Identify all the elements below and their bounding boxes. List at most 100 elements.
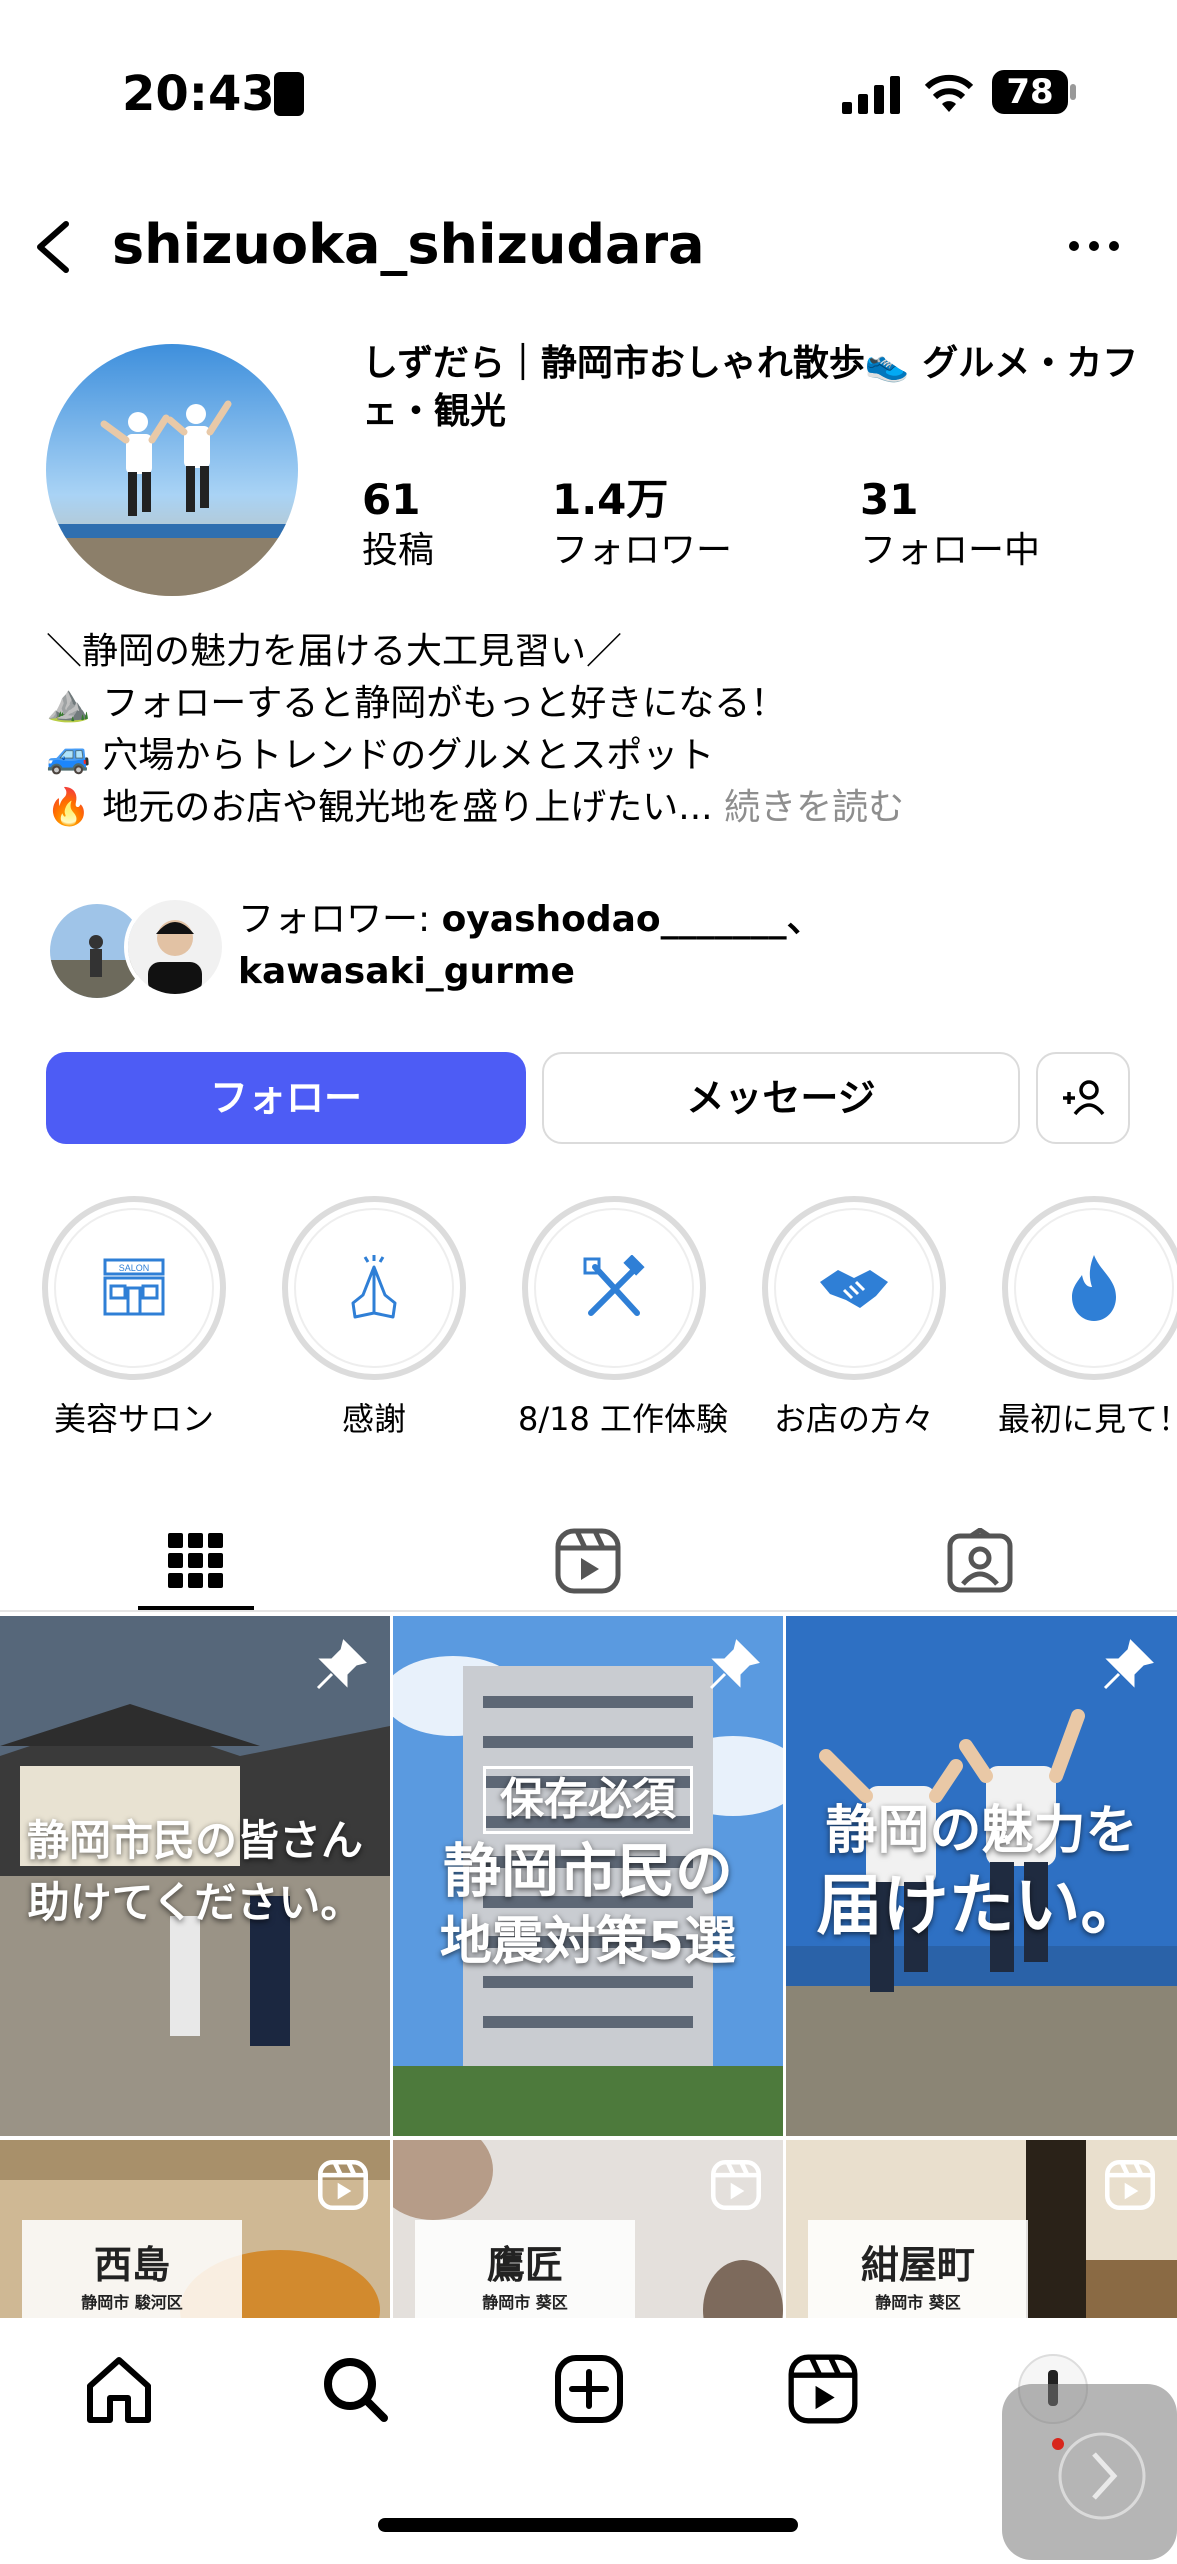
posts-count-label: 投稿 bbox=[362, 530, 435, 571]
highlight-item[interactable]: 最初に見て！ bbox=[998, 1196, 1177, 1440]
tab-reels[interactable] bbox=[530, 1508, 646, 1614]
mutual-prefix: フォロワー: bbox=[238, 899, 442, 940]
post-thumbnail[interactable]: 保存必須 静岡市民の 地震対策5選 bbox=[393, 1616, 783, 2136]
following-count-label: フォロー中 bbox=[860, 530, 1041, 571]
highlight-item[interactable]: お店の方々 bbox=[758, 1196, 950, 1440]
bio-line-text: 🔥 地元のお店や観光地を盛り上げたい... bbox=[46, 787, 713, 828]
highlight-item[interactable]: 8/18 工作体験 bbox=[518, 1196, 729, 1440]
handshake-icon bbox=[820, 1270, 888, 1308]
highlight-label: 美容サロン bbox=[53, 1400, 214, 1438]
flame-icon bbox=[1072, 1255, 1116, 1321]
bio-line: ⛰️ フォローすると静岡がもっと好きになる！ bbox=[46, 683, 787, 724]
followers-count[interactable]: 1.4万 フォロワー bbox=[552, 474, 732, 576]
mutual-line-1: フォロワー: oyashodao_______、 bbox=[238, 894, 823, 946]
tab-tagged[interactable] bbox=[922, 1508, 1038, 1614]
mutual-follower-avatar[interactable] bbox=[124, 896, 226, 998]
home-icon[interactable] bbox=[84, 2356, 154, 2424]
highlight-ring bbox=[762, 1196, 946, 1380]
suggested-accounts-button[interactable] bbox=[1036, 1052, 1130, 1144]
post-caption-line: 助けてください。 bbox=[27, 1878, 363, 1927]
location-name: 紺屋町 bbox=[860, 2243, 975, 2287]
tools-icon bbox=[583, 1255, 645, 1316]
mutual-followers-text[interactable]: フォロワー: oyashodao_______、 kawasaki_gurme bbox=[238, 894, 823, 998]
highlight-item[interactable]: SALON 美容サロン bbox=[38, 1196, 230, 1440]
message-button[interactable]: メッセージ bbox=[542, 1052, 1020, 1144]
highlight-cover bbox=[294, 1208, 454, 1368]
back-arrow-icon[interactable] bbox=[22, 212, 82, 282]
location-name: 西島 bbox=[93, 2243, 170, 2287]
posts-count[interactable]: 61 投稿 bbox=[362, 474, 434, 576]
read-more-link[interactable]: 続きを読む bbox=[724, 787, 904, 828]
location-name: 鷹匠 bbox=[486, 2243, 563, 2287]
add-person-icon bbox=[1063, 1080, 1105, 1116]
follow-button[interactable]: フォロー bbox=[46, 1052, 526, 1144]
pin-icon bbox=[709, 1639, 760, 1690]
reel-icon bbox=[318, 2160, 368, 2210]
avatar-photo bbox=[46, 344, 298, 596]
profile-bio: ＼静岡の魅力を届ける大工見習い／ ⛰️ フォローすると静岡がもっと好きになる！ … bbox=[46, 626, 1146, 834]
assistive-touch-button[interactable] bbox=[1002, 2384, 1177, 2560]
pin-icon bbox=[316, 1639, 367, 1690]
post-caption-line: 静岡の魅力を bbox=[825, 1801, 1138, 1861]
profile-username: shizuoka_shizudara bbox=[112, 213, 705, 276]
reel-thumbnail[interactable]: 紺屋町 静岡市 葵区 bbox=[786, 2140, 1177, 2318]
svg-text:SALON: SALON bbox=[119, 1263, 150, 1273]
reel-thumbnail[interactable]: 西島 静岡市 駿河区 bbox=[0, 2140, 390, 2318]
highlight-ring bbox=[1002, 1196, 1177, 1380]
bio-line-last: 🔥 地元のお店や観光地を盛り上げたい... 続きを読む bbox=[46, 782, 1146, 834]
post-thumbnail[interactable]: 静岡の魅力を 届けたい。 bbox=[786, 1616, 1177, 2136]
profile-avatar[interactable] bbox=[46, 344, 298, 596]
create-post-icon[interactable] bbox=[554, 2354, 624, 2424]
focus-icon bbox=[274, 72, 304, 116]
highlight-ring bbox=[522, 1196, 706, 1380]
praying-hands-icon bbox=[351, 1255, 397, 1319]
search-icon[interactable] bbox=[320, 2354, 390, 2424]
location-sub: 静岡市 葵区 bbox=[875, 2293, 961, 2312]
mutual-line-2: kawasaki_gurme bbox=[238, 946, 823, 998]
mutual-avatar-photo bbox=[128, 900, 222, 994]
tagged-person-icon bbox=[947, 1528, 1013, 1593]
reels-nav-icon[interactable] bbox=[788, 2354, 858, 2424]
salon-icon: SALON bbox=[103, 1258, 165, 1316]
chevron-right-icon bbox=[1052, 2432, 1146, 2520]
followers-count-label: フォロワー bbox=[552, 530, 733, 571]
post-caption: 静岡の魅力を 届けたい。 bbox=[786, 1796, 1177, 1946]
highlight-ring bbox=[282, 1196, 466, 1380]
posts-count-value: 61 bbox=[362, 475, 421, 524]
following-count[interactable]: 31 フォロー中 bbox=[860, 474, 1040, 576]
mutual-follower-name: kawasaki_gurme bbox=[238, 951, 575, 992]
reels-icon bbox=[555, 1528, 621, 1594]
location-sub: 静岡市 葵区 bbox=[482, 2293, 568, 2312]
location-card: 鷹匠 静岡市 葵区 bbox=[415, 2220, 635, 2318]
highlight-label: お店の方々 bbox=[773, 1400, 934, 1438]
highlight-cover bbox=[534, 1208, 694, 1368]
highlight-label: 感謝 bbox=[341, 1400, 406, 1438]
following-count-value: 31 bbox=[860, 475, 919, 524]
profile-display-name: しずだら｜静岡市おしゃれ散歩👟 グルメ・カフェ・観光 bbox=[362, 343, 1139, 432]
highlight-label: 8/18 工作体験 bbox=[518, 1400, 729, 1438]
post-caption-line: 静岡市民の bbox=[442, 1837, 733, 1905]
location-card: 西島 静岡市 駿河区 bbox=[22, 2220, 242, 2318]
more-options-icon[interactable] bbox=[1068, 236, 1120, 256]
post-caption: 静岡市民の皆さん 助けてください。 bbox=[0, 1810, 390, 1934]
post-caption: 保存必須 静岡市民の 地震対策5選 bbox=[393, 1766, 783, 1976]
followers-count-value: 1.4万 bbox=[552, 475, 669, 524]
location-sub: 静岡市 駿河区 bbox=[81, 2293, 183, 2312]
reel-icon bbox=[1105, 2160, 1155, 2210]
reel-thumbnail[interactable]: 鷹匠 静岡市 葵区 bbox=[393, 2140, 783, 2318]
post-thumbnail[interactable]: 静岡市民の皆さん 助けてください。 bbox=[0, 1616, 390, 2136]
highlight-cover: SALON bbox=[54, 1208, 214, 1368]
post-caption-line: 静岡市民の皆さん bbox=[26, 1816, 363, 1865]
highlight-item[interactable]: 感謝 bbox=[278, 1196, 470, 1440]
post-caption-line: 届けたい。 bbox=[816, 1867, 1147, 1944]
highlight-label: 最初に見て！ bbox=[998, 1400, 1177, 1438]
bio-line: 🚙 穴場からトレンドのグルメとスポット bbox=[46, 735, 715, 776]
tab-posts-grid[interactable] bbox=[138, 1508, 254, 1614]
post-caption-line: 地震対策5選 bbox=[439, 1912, 737, 1972]
reel-icon bbox=[711, 2160, 761, 2210]
cellular-signal-icon bbox=[842, 76, 900, 114]
bio-line: ＼静岡の魅力を届ける大工見習い／ bbox=[46, 631, 623, 672]
tabs-divider bbox=[0, 1610, 1177, 1612]
battery-indicator: 78 bbox=[992, 70, 1068, 114]
highlight-cover bbox=[1014, 1208, 1174, 1368]
